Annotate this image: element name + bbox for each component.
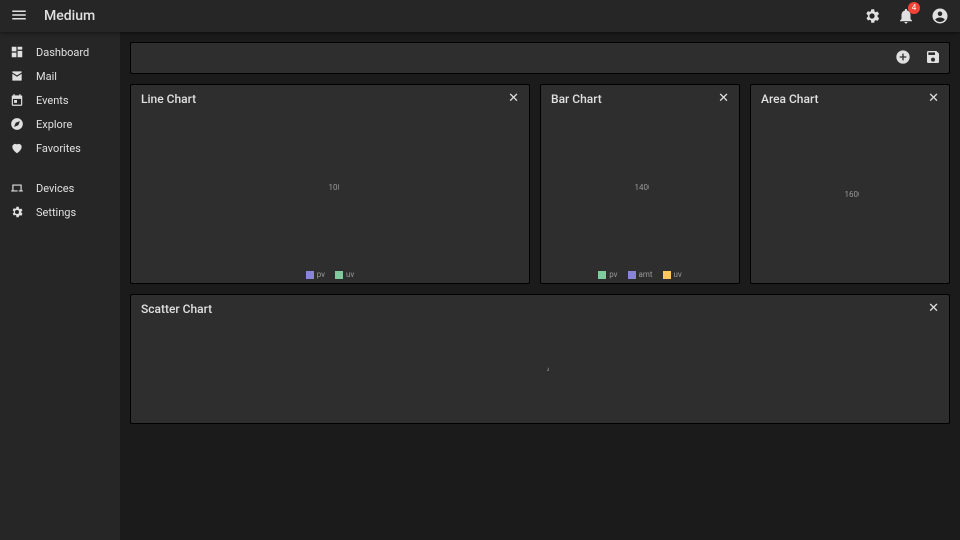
- close-icon[interactable]: ✕: [928, 301, 939, 316]
- close-icon[interactable]: ✕: [928, 91, 939, 106]
- sidebar-item-settings[interactable]: Settings: [0, 200, 120, 224]
- bar-legend: pv amt uv: [541, 270, 739, 283]
- notifications-icon[interactable]: 4: [896, 6, 916, 26]
- sidebar-item-label: Devices: [36, 182, 74, 195]
- line-legend: pv uv: [131, 270, 529, 283]
- event-icon: [10, 93, 24, 107]
- app-title: Medium: [44, 8, 95, 24]
- settings-icon: [10, 205, 24, 219]
- sidebar-item-label: Events: [36, 94, 69, 107]
- sidebar-item-mail[interactable]: Mail: [0, 64, 120, 88]
- sidebar-item-events[interactable]: Events: [0, 88, 120, 112]
- sidebar-item-explore[interactable]: Explore: [0, 112, 120, 136]
- account-icon[interactable]: [930, 6, 950, 26]
- panel-bar-chart: Bar Chart ✕ 350070001050014000Page APage…: [540, 84, 740, 284]
- panel-area-chart: Area Chart ✕ 400080001200016000Page APag…: [750, 84, 950, 284]
- favorite-icon: [10, 141, 24, 155]
- svg-text:16000: 16000: [845, 190, 859, 199]
- close-icon[interactable]: ✕: [508, 91, 519, 106]
- sidebar-item-label: Settings: [36, 206, 76, 219]
- sidebar-item-dashboard[interactable]: Dashboard: [0, 40, 120, 64]
- close-icon[interactable]: ✕: [718, 91, 729, 106]
- menu-icon[interactable]: [10, 6, 30, 27]
- main-content: Line Chart ✕ 25005000750010000Page APage…: [120, 32, 960, 540]
- add-icon[interactable]: [895, 49, 911, 68]
- svg-text:400kg: 400kg: [547, 365, 549, 374]
- save-icon[interactable]: [925, 49, 941, 68]
- scatter-chart: 0kg100kg200kg300kg400kg0cm45cm90cm135cm1…: [531, 363, 549, 381]
- dashboard-toolbar: [130, 42, 950, 74]
- sidebar-item-label: Mail: [36, 70, 57, 83]
- sidebar-item-label: Explore: [36, 118, 72, 131]
- notification-badge: 4: [908, 2, 920, 14]
- panel-title: Scatter Chart: [141, 302, 212, 316]
- panel-title: Line Chart: [141, 92, 196, 106]
- area-chart: 400080001200016000Page APage CPage EPage…: [841, 188, 859, 206]
- panel-scatter-chart: Scatter Chart ✕ 0kg100kg200kg300kg400kg0…: [130, 294, 950, 424]
- sidebar-item-label: Dashboard: [36, 46, 89, 59]
- topbar: Medium 4: [0, 0, 960, 32]
- settings-icon[interactable]: [862, 6, 882, 26]
- mail-icon: [10, 69, 24, 83]
- panel-title: Bar Chart: [551, 92, 602, 106]
- sidebar-item-favorites[interactable]: Favorites: [0, 136, 120, 160]
- devices-icon: [10, 181, 24, 195]
- sidebar-item-devices[interactable]: Devices: [0, 176, 120, 200]
- bar-chart: 350070001050014000Page APage BPage CPage…: [631, 181, 649, 199]
- panel-title: Area Chart: [761, 92, 818, 106]
- sidebar: Dashboard Mail Events Explore Favorites Devi…: [0, 32, 120, 540]
- line-chart: 25005000750010000Page APage BPage CPage …: [321, 181, 339, 199]
- sidebar-item-label: Favorites: [36, 142, 81, 155]
- dashboard-icon: [10, 45, 24, 59]
- svg-text:10000: 10000: [329, 183, 339, 192]
- panel-line-chart: Line Chart ✕ 25005000750010000Page APage…: [130, 84, 530, 284]
- explore-icon: [10, 117, 24, 131]
- svg-text:14000: 14000: [635, 183, 649, 192]
